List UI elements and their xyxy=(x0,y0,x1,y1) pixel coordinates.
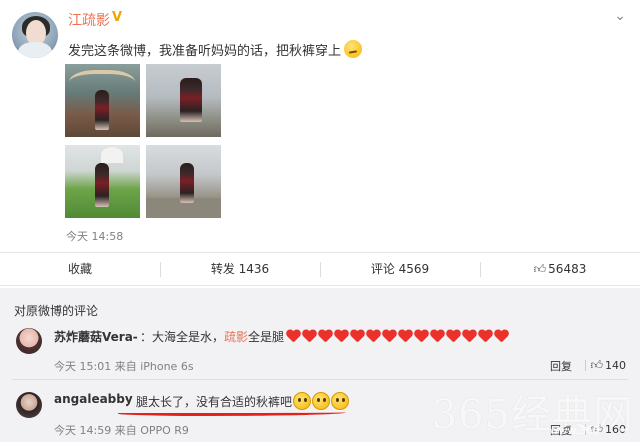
smirk-emoji-icon xyxy=(344,40,363,58)
thinking-emoji-icon xyxy=(293,392,312,410)
commenter-name[interactable]: angaleabby xyxy=(54,392,133,406)
heart-emoji-icon xyxy=(414,330,429,343)
site-watermark: 365经典网 xyxy=(431,392,634,438)
photo-figure xyxy=(180,78,202,122)
like-count: 56483 xyxy=(548,262,587,276)
post-photo-4[interactable] xyxy=(146,145,221,218)
dome-shape xyxy=(101,147,123,163)
comment-text-before: ：大海全是水， xyxy=(140,330,225,344)
post-photo-3[interactable] xyxy=(65,145,140,218)
comment-meta: 今天 14:59 来自 OPPO R9 xyxy=(54,424,189,437)
photo-figure xyxy=(95,90,109,130)
comment-like-count: 140 xyxy=(605,359,626,372)
favorite-label: 收藏 xyxy=(67,262,92,276)
heart-emoji-icon xyxy=(318,330,333,343)
commenter-avatar[interactable] xyxy=(16,328,42,354)
photo-figure xyxy=(95,163,109,207)
reply-button[interactable]: 回复 xyxy=(550,358,572,374)
heart-emoji-icon xyxy=(366,330,381,343)
comment-text-body: ：腿太长了，没有合适的秋裤吧 xyxy=(124,395,293,409)
heart-emoji-icon xyxy=(494,330,509,343)
post-timestamp[interactable]: 今天 14:58 xyxy=(66,228,123,244)
heart-emoji-icon xyxy=(350,330,365,343)
post-action-bar: 收藏 转发 1436 评论 4569 👍︎ 56483 xyxy=(0,252,640,286)
comment-like-button[interactable]: 👍︎ 140 xyxy=(590,358,626,373)
commenter-avatar[interactable] xyxy=(16,392,42,418)
heart-emoji-icon xyxy=(446,330,461,343)
thinking-emoji-row xyxy=(292,392,350,410)
thinking-emoji-icon xyxy=(312,392,331,410)
heart-emoji-icon xyxy=(334,330,349,343)
repost-label: 转发 1436 xyxy=(210,262,270,276)
comment-text-after: 全是腿 xyxy=(248,330,285,344)
heart-emoji-row xyxy=(286,330,510,346)
heart-emoji-icon xyxy=(398,330,413,343)
heart-emoji-icon xyxy=(286,330,301,343)
site-watermark-url: www.365 xyxy=(549,424,600,437)
post-body-text: 发完这条微博，我准备听妈妈的话，把秋裤穿上 xyxy=(68,44,342,59)
repost-button[interactable]: 转发 1436 xyxy=(160,253,320,285)
verified-badge-icon: V xyxy=(112,10,123,25)
chevron-down-icon[interactable]: ⌄ xyxy=(614,8,626,24)
weibo-post-card: 江疏影 V ⌄ 发完这条微博，我准备听妈妈的话，把秋裤穿上 今天 14:58 收… xyxy=(0,0,640,288)
comment-label: 评论 4569 xyxy=(370,262,430,276)
heart-emoji-icon xyxy=(478,330,493,343)
like-button[interactable]: 👍︎ 56483 xyxy=(480,253,640,285)
comment-text: ：腿太长了，没有合适的秋裤吧 xyxy=(124,392,350,410)
comment-mention[interactable]: 疏影 xyxy=(224,330,248,344)
comment-item: 苏炸蘑菇Vera- ：大海全是水，疏影全是腿 今天 15:01 来自 iPhon… xyxy=(0,320,640,378)
favorite-button[interactable]: 收藏 xyxy=(0,253,160,285)
commenter-name[interactable]: 苏炸蘑菇Vera- xyxy=(54,328,138,345)
comment-meta: 今天 15:01 来自 iPhone 6s xyxy=(54,360,194,373)
heart-emoji-icon xyxy=(430,330,445,343)
thinking-emoji-icon xyxy=(331,392,350,410)
author-avatar[interactable] xyxy=(12,12,58,58)
red-underline-annotation xyxy=(118,410,346,416)
avatar-body xyxy=(18,42,52,58)
action-divider xyxy=(585,360,586,371)
comment-divider xyxy=(12,379,628,380)
thumbs-up-icon: 👍︎ xyxy=(590,358,603,372)
heart-emoji-icon xyxy=(382,330,397,343)
post-photo-2[interactable] xyxy=(146,64,221,137)
author-name[interactable]: 江疏影 xyxy=(68,10,110,30)
comment-button[interactable]: 评论 4569 xyxy=(320,253,480,285)
heart-emoji-icon xyxy=(462,330,477,343)
thumbs-up-icon: 👍︎ xyxy=(533,262,547,276)
photo-figure xyxy=(180,163,194,203)
post-photo-1[interactable] xyxy=(65,64,140,137)
post-text: 发完这条微博，我准备听妈妈的话，把秋裤穿上 xyxy=(68,40,363,59)
heart-emoji-icon xyxy=(302,330,317,343)
comments-title: 对原微博的评论 xyxy=(14,304,99,318)
comment-text: ：大海全是水，疏影全是腿 xyxy=(140,328,510,346)
